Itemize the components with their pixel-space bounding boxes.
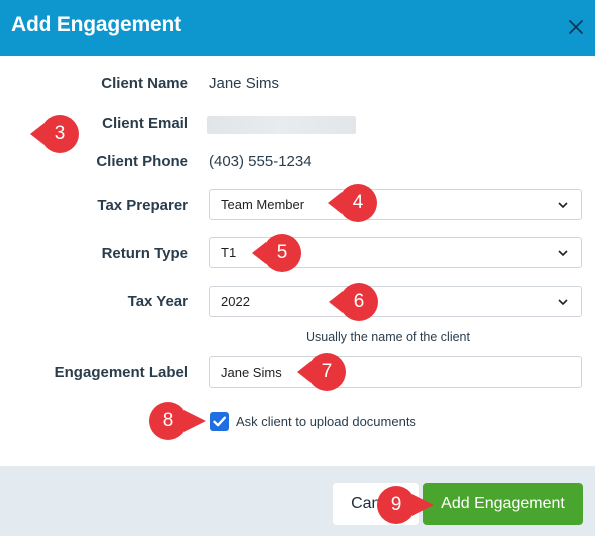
upload-documents-checkbox[interactable] <box>210 412 229 431</box>
callout-number: 3 <box>54 123 66 144</box>
engagement-label-hint: Usually the name of the client <box>306 330 470 344</box>
upload-documents-label: Ask client to upload documents <box>236 414 416 429</box>
callout-marker: 4 <box>328 183 378 223</box>
callout-number: 8 <box>162 410 174 431</box>
engagement-label-input[interactable] <box>209 356 582 388</box>
callout-marker: 8 <box>146 401 206 441</box>
callout-number: 5 <box>276 242 288 263</box>
chevron-down-icon <box>558 202 568 209</box>
tax-preparer-label: Tax Preparer <box>97 197 188 214</box>
checkmark-icon <box>213 416 226 427</box>
client-email-label: Client Email <box>102 115 188 132</box>
engagement-label-label: Engagement Label <box>54 364 188 381</box>
client-name-label: Client Name <box>101 75 188 92</box>
close-icon[interactable] <box>564 15 588 39</box>
callout-number: 6 <box>353 291 365 312</box>
tax-preparer-value: Team Member <box>221 197 305 212</box>
tax-year-value: 2022 <box>221 294 250 309</box>
dialog-header: Add Engagement <box>0 0 595 56</box>
callout-marker: 7 <box>297 352 347 392</box>
client-phone-value: (403) 555-1234 <box>209 153 312 170</box>
chevron-down-icon <box>558 299 568 306</box>
tax-year-select[interactable]: 2022 <box>209 286 582 317</box>
client-email-redacted <box>207 116 356 134</box>
callout-marker: 9 <box>374 485 434 525</box>
client-phone-label: Client Phone <box>96 153 188 170</box>
callout-marker: 6 <box>329 282 379 322</box>
tax-preparer-select[interactable]: Team Member <box>209 189 582 220</box>
dialog-title: Add Engagement <box>11 13 181 36</box>
add-engagement-button[interactable]: Add Engagement <box>423 483 583 525</box>
chevron-down-icon <box>558 250 568 257</box>
callout-number: 7 <box>321 361 333 382</box>
client-name-value: Jane Sims <box>209 75 280 92</box>
tax-year-label: Tax Year <box>127 293 188 310</box>
callout-number: 9 <box>390 494 402 515</box>
callout-marker: 3 <box>30 114 80 154</box>
return-type-value: T1 <box>221 245 237 260</box>
callout-number: 4 <box>352 192 364 213</box>
return-type-label: Return Type <box>101 245 188 262</box>
callout-marker: 5 <box>252 233 302 273</box>
